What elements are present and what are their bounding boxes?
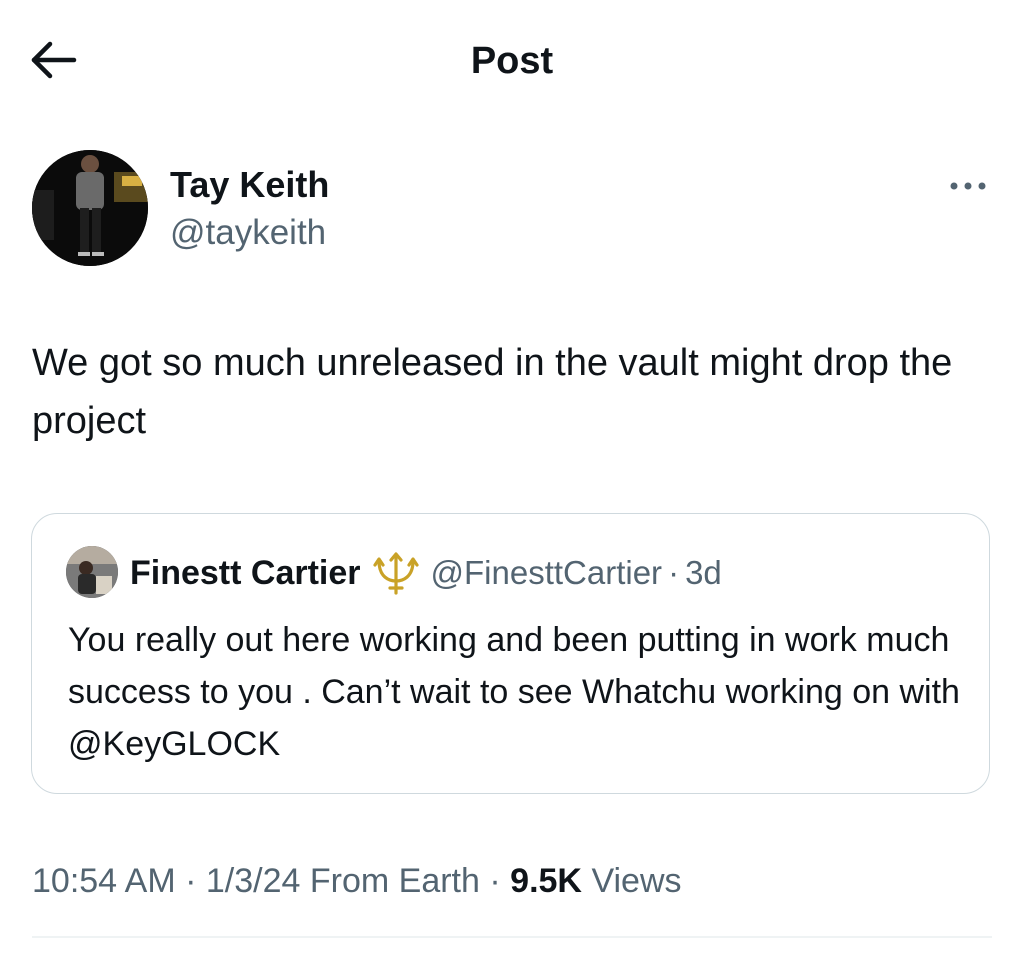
trident-icon [372, 552, 419, 595]
views-link[interactable]: 9.5K Views [510, 862, 681, 900]
author-handle[interactable]: @taykeith [170, 212, 326, 254]
quote-avatar[interactable] [66, 546, 118, 598]
post-date: 1/3/24 [205, 862, 301, 900]
views-count: 9.5K [510, 862, 582, 900]
quote-text: You really out here working and been put… [68, 621, 960, 763]
quote-timestamp: 3d [685, 554, 722, 591]
quoted-post[interactable]: Finestt Cartier @FinesttCartier · 3d You… [31, 513, 990, 794]
avatar[interactable] [32, 150, 148, 266]
quote-separator: · [668, 554, 680, 591]
post-text: We got so much unreleased in the vault m… [32, 342, 953, 442]
divider [32, 936, 992, 938]
meta-separator: · [489, 862, 501, 900]
post-source: From Earth [309, 862, 480, 900]
more-horizontal-icon [950, 182, 986, 190]
post-time: 10:54 AM [32, 862, 176, 900]
more-options-button[interactable] [944, 172, 992, 200]
header-bar: Post [0, 0, 1024, 120]
views-label: Views [591, 862, 682, 900]
quote-author-name: Finestt Cartier [130, 554, 361, 592]
meta-separator: · [185, 862, 197, 900]
quote-avatar-photo [66, 546, 118, 598]
page-title: Post [470, 40, 554, 82]
post-metadata: 10:54 AM · 1/3/24 From Earth · 9.5K View… [32, 858, 992, 904]
quote-author-handle: @FinesttCartier [430, 554, 663, 591]
post-author: Tay Keith @taykeith [32, 150, 992, 270]
quote-header: Finestt Cartier @FinesttCartier · 3d [130, 550, 722, 596]
avatar-photo [32, 150, 148, 266]
author-name[interactable]: Tay Keith [170, 164, 329, 206]
